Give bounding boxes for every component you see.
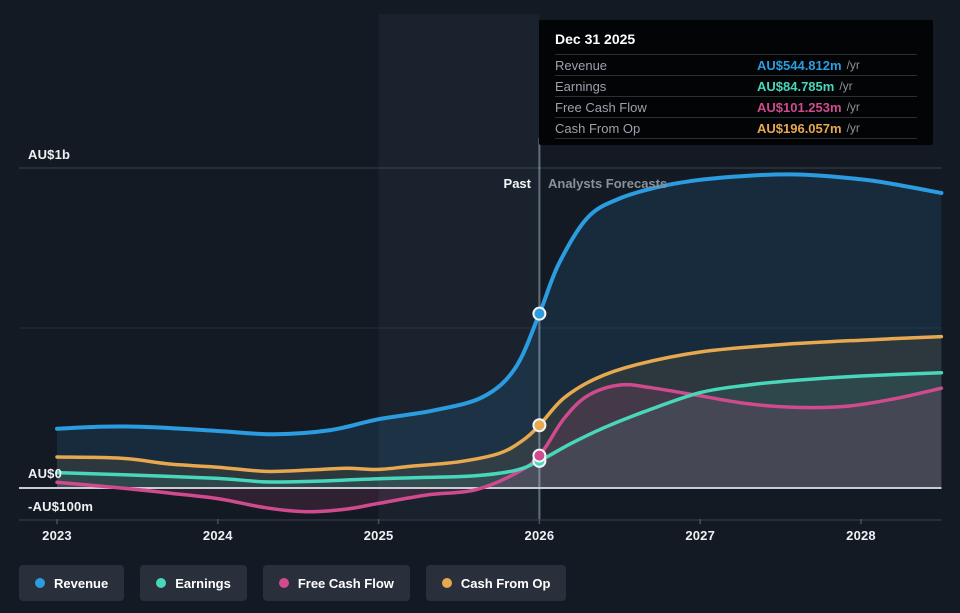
legend-label-earnings: Earnings — [175, 575, 231, 591]
tooltip-label-earnings: Earnings — [555, 78, 607, 94]
financials-chart-panel: AU$1b AU$0 -AU$100m 2023 2024 2025 2026 … — [0, 0, 960, 613]
tooltip-value-free-cash-flow: AU$101.253m — [757, 99, 842, 115]
legend-item-revenue[interactable]: Revenue — [19, 565, 125, 601]
last-12m-highlight-band — [378, 14, 540, 519]
tooltip-value-cash-from-op: AU$196.057m — [757, 120, 842, 136]
tooltip-label-cash-from-op: Cash From Op — [555, 120, 641, 136]
legend-label-revenue: Revenue — [54, 575, 109, 591]
x-axis-label-2028: 2028 — [846, 528, 876, 543]
tooltip-value-earnings: AU$84.785m — [757, 78, 835, 94]
chart-tooltip: Dec 31 2025 Revenue AU$544.812m /yr Earn… — [539, 20, 933, 145]
tooltip-row-free-cash-flow: Free Cash Flow AU$101.253m /yr — [555, 96, 917, 117]
x-axis-label-2026: 2026 — [524, 528, 555, 543]
legend-item-free-cash-flow[interactable]: Free Cash Flow — [262, 565, 410, 601]
tooltip-row-cash-from-op: Cash From Op AU$196.057m /yr — [555, 117, 917, 139]
tooltip-row-earnings: Earnings AU$84.785m /yr — [555, 75, 917, 96]
tooltip-unit-free-cash-flow: /yr — [846, 100, 860, 114]
x-axis-label-2023: 2023 — [42, 528, 72, 543]
marker-cash-from-op — [532, 418, 547, 433]
earnings-series-dot-icon — [156, 578, 167, 588]
marker-free-cash-flow — [532, 448, 547, 463]
y-axis-label-neg100m: -AU$100m — [28, 499, 94, 514]
free-cash-flow-series-dot-icon — [278, 578, 289, 588]
tooltip-label-free-cash-flow: Free Cash Flow — [555, 99, 647, 115]
x-axis-label-2027: 2027 — [685, 528, 716, 543]
tooltip-date: Dec 31 2025 — [555, 31, 636, 47]
legend-label-free-cash-flow: Free Cash Flow — [297, 575, 394, 591]
legend-item-earnings[interactable]: Earnings — [140, 565, 247, 601]
y-axis-label-1b: AU$1b — [28, 147, 71, 162]
tooltip-value-revenue: AU$544.812m — [757, 57, 842, 73]
forecast-zone-label: Analysts Forecasts — [548, 176, 668, 191]
marker-revenue — [532, 306, 547, 321]
chart-legend: Revenue Earnings Free Cash Flow Cash Fro… — [19, 565, 567, 601]
past-zone-label: Past — [503, 176, 531, 191]
x-axis-label-2024: 2024 — [202, 528, 233, 543]
legend-label-cash-from-op: Cash From Op — [460, 575, 551, 591]
legend-item-cash-from-op[interactable]: Cash From Op — [425, 565, 567, 601]
revenue-series-dot-icon — [35, 578, 45, 588]
cash-from-op-series-dot-icon — [441, 578, 452, 588]
tooltip-unit-cash-from-op: /yr — [846, 121, 860, 135]
x-axis-label-2025: 2025 — [363, 528, 394, 543]
tooltip-row-revenue: Revenue AU$544.812m /yr — [555, 54, 917, 75]
tooltip-label-revenue: Revenue — [555, 57, 608, 73]
tooltip-unit-revenue: /yr — [846, 58, 860, 72]
y-axis-label-zero: AU$0 — [28, 466, 63, 481]
tooltip-unit-earnings: /yr — [839, 79, 853, 93]
